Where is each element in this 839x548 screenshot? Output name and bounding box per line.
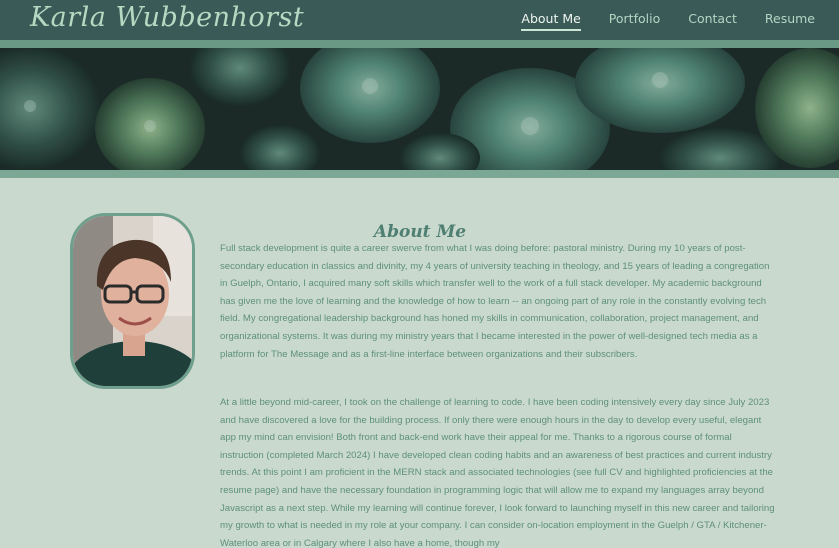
hero-banner-succulents bbox=[0, 48, 839, 170]
navbar-accent-band bbox=[0, 40, 839, 48]
profile-photo-illustration bbox=[73, 216, 192, 386]
nav-link-portfolio[interactable]: Portfolio bbox=[609, 11, 660, 31]
nav-link-about-me[interactable]: About Me bbox=[521, 11, 581, 31]
site-title[interactable]: Karla Wubbenhorst bbox=[30, 2, 304, 33]
hero-accent-band bbox=[0, 170, 839, 178]
about-paragraph-1: Full stack development is quite a career… bbox=[220, 243, 770, 360]
nav-link-contact[interactable]: Contact bbox=[688, 11, 737, 31]
about-paragraph-2: At a little beyond mid-career, I took on… bbox=[220, 397, 775, 548]
profile-photo bbox=[70, 213, 195, 389]
nav-link-resume[interactable]: Resume bbox=[765, 11, 815, 31]
navbar: Karla Wubbenhorst About Me Portfolio Con… bbox=[0, 0, 839, 40]
succulent-banner-image bbox=[0, 48, 839, 170]
main-nav: About Me Portfolio Contact Resume bbox=[521, 11, 815, 31]
